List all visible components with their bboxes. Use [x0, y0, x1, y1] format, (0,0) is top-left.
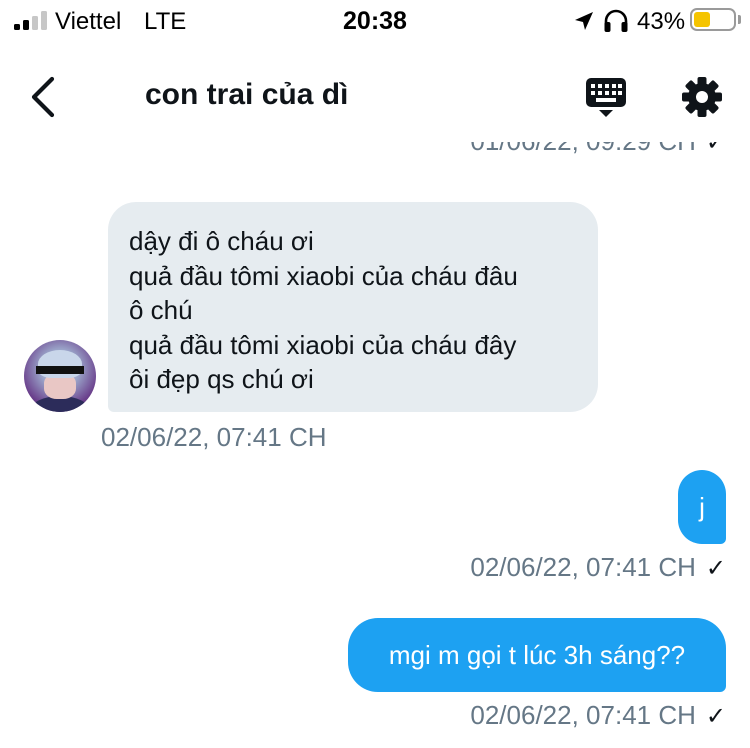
status-bar: Viettel LTE 20:38 43%: [0, 0, 750, 44]
message-line: quả đầu tômi xiaobi của cháu đâu: [129, 260, 518, 291]
message-timestamp: 02/06/22, 07:41 CH ✓: [470, 552, 726, 582]
message-timestamp: 02/06/22, 07:41 CH ✓: [470, 700, 726, 730]
location-arrow-icon: [575, 12, 593, 30]
message-line: ôi đẹp qs chú ơi: [129, 364, 314, 394]
contact-avatar[interactable]: [24, 340, 96, 412]
outgoing-message-bubble[interactable]: j: [678, 470, 726, 544]
message-thread[interactable]: 01/06/22, 09:29 CH✓ dậy đi ô cháu ơi quả…: [0, 142, 750, 748]
message-line: ô chú: [129, 295, 193, 325]
headphones-icon: [604, 9, 628, 32]
message-timestamp: 02/06/22, 07:41 CH: [101, 422, 327, 452]
conversation-title: con trai của dì: [145, 78, 349, 111]
battery-tip: [738, 15, 741, 24]
battery-icon: [690, 8, 736, 31]
back-chevron-icon[interactable]: [22, 74, 66, 120]
outgoing-message-bubble[interactable]: mgi m gọi t lúc 3h sáng??: [348, 618, 726, 692]
sent-check-icon: ✓: [705, 142, 726, 156]
battery-level-fill: [694, 12, 710, 27]
conversation-header: con trai của dì: [0, 50, 750, 142]
gear-icon[interactable]: [681, 76, 723, 118]
sent-check-icon: ✓: [705, 703, 726, 730]
battery-percent: 43%: [637, 8, 686, 35]
message-line: dậy đi ô cháu ơi: [129, 226, 314, 256]
sent-check-icon: ✓: [705, 555, 726, 582]
incoming-message-bubble[interactable]: dậy đi ô cháu ơi quả đầu tômi xiaobi của…: [108, 202, 598, 412]
message-line: quả đầu tômi xiaobi của cháu đây: [129, 329, 517, 360]
keyboard-icon[interactable]: [584, 76, 628, 120]
message-timestamp: 01/06/22, 09:29 CH✓: [470, 142, 726, 157]
